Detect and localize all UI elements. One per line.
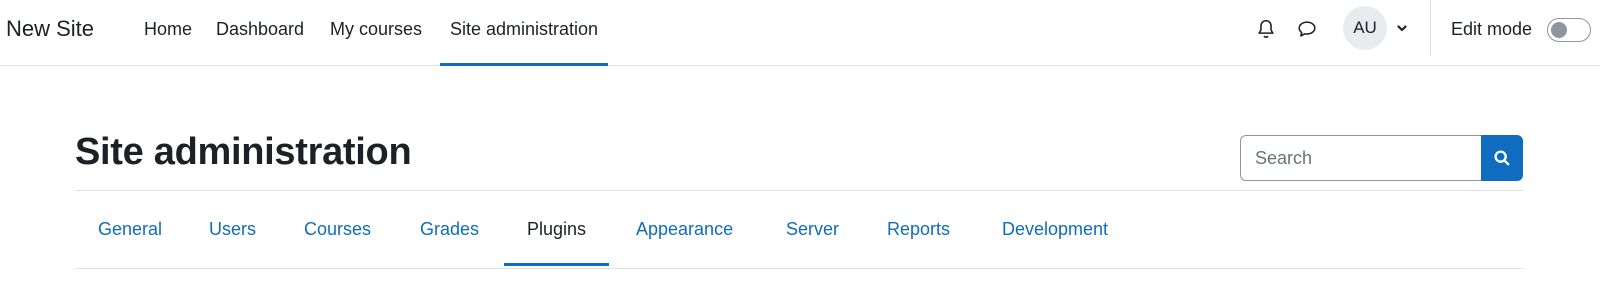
chevron-down-icon	[1397, 25, 1407, 32]
tab-users[interactable]: Users	[209, 204, 256, 266]
bell-icon	[1258, 19, 1274, 38]
edit-mode-toggle-knob	[1551, 22, 1567, 38]
admin-search-button[interactable]	[1481, 135, 1523, 181]
nav-item-dashboard[interactable]: Dashboard	[216, 0, 304, 66]
page-title: Site administration	[75, 131, 412, 173]
tab-server[interactable]: Server	[786, 204, 839, 266]
tab-courses[interactable]: Courses	[304, 204, 371, 266]
nav-item-my-courses[interactable]: My courses	[330, 0, 422, 66]
navbar-divider	[1430, 0, 1431, 56]
tab-plugins[interactable]: Plugins	[503, 204, 610, 266]
user-menu-toggle[interactable]	[1393, 19, 1411, 37]
tabs-divider	[75, 268, 1523, 269]
top-navbar: New Site Home Dashboard My courses Site …	[0, 0, 1600, 66]
site-brand[interactable]: New Site	[6, 14, 94, 44]
admin-search-form	[1240, 135, 1523, 181]
chat-bubble-icon	[1298, 21, 1316, 37]
search-icon	[1494, 150, 1510, 166]
admin-search-input[interactable]	[1240, 135, 1481, 181]
tab-reports[interactable]: Reports	[887, 204, 950, 266]
tab-development[interactable]: Development	[1002, 204, 1108, 266]
nav-item-site-administration[interactable]: Site administration	[439, 0, 609, 66]
tab-grades[interactable]: Grades	[420, 204, 479, 266]
tab-general[interactable]: General	[98, 204, 162, 266]
notifications-button[interactable]	[1253, 16, 1279, 42]
header-divider	[75, 190, 1523, 191]
user-avatar[interactable]: AU	[1343, 6, 1387, 50]
edit-mode-label: Edit mode	[1451, 19, 1533, 39]
messages-button[interactable]	[1294, 16, 1320, 42]
nav-item-home[interactable]: Home	[144, 0, 192, 66]
tab-appearance[interactable]: Appearance	[636, 204, 733, 266]
edit-mode-toggle[interactable]	[1547, 18, 1591, 42]
